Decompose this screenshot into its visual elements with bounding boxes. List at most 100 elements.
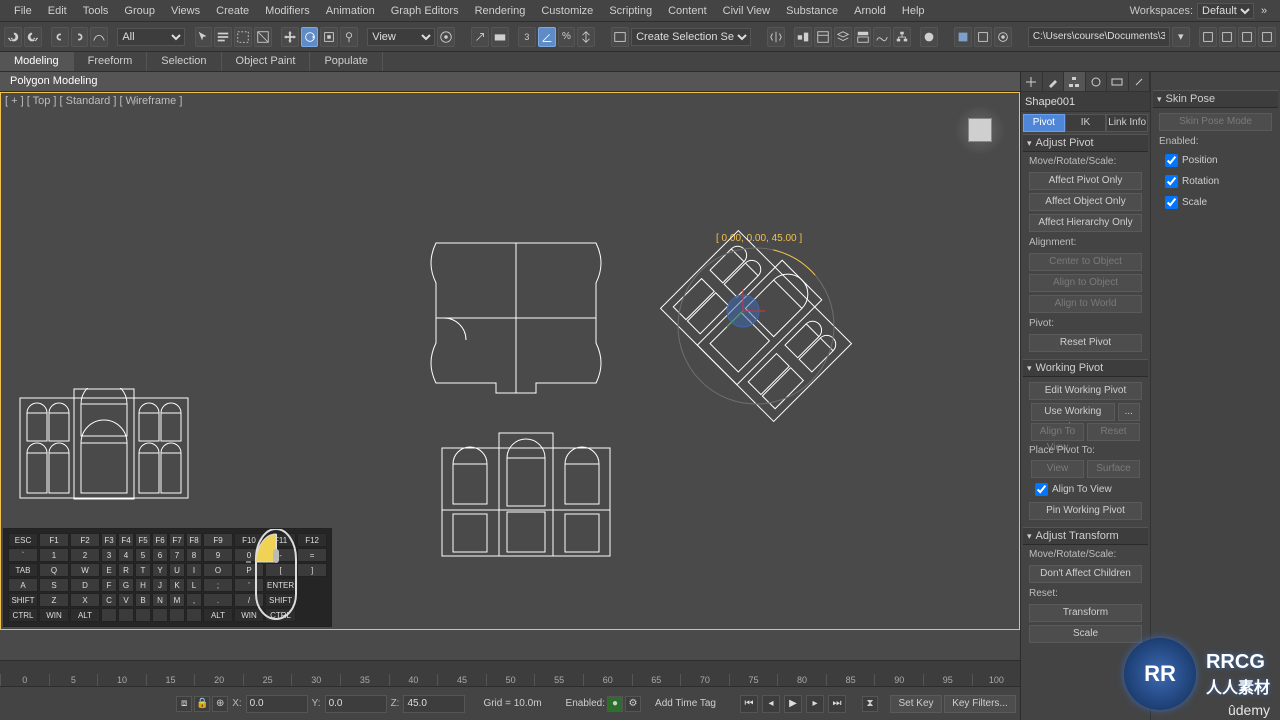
extra-tool-2-button[interactable] [1219, 27, 1237, 47]
viewcube-face-icon[interactable] [968, 118, 992, 142]
snap-toggle-3-button[interactable]: 3 [518, 27, 536, 47]
mirror-button[interactable] [767, 27, 785, 47]
cmd-tab-display[interactable] [1107, 72, 1129, 91]
ribbon-tab-populate[interactable]: Populate [310, 52, 382, 71]
y-coord-input[interactable] [325, 695, 387, 713]
isolate-selection-icon[interactable]: ⧈ [176, 696, 192, 712]
pill-linkinfo[interactable]: Link Info [1106, 114, 1148, 132]
project-path-input[interactable] [1028, 27, 1170, 47]
ref-coord-select[interactable]: View [367, 28, 435, 46]
menu-civilview[interactable]: Civil View [715, 2, 778, 20]
affect-pivot-only-button[interactable]: Affect Pivot Only [1029, 172, 1141, 190]
align-to-object-button[interactable]: Align to Object [1029, 274, 1141, 292]
time-config-icon[interactable]: ⧗ [862, 696, 878, 712]
center-to-object-button[interactable]: Center to Object [1029, 253, 1141, 271]
cmd-tab-create[interactable] [1021, 72, 1043, 91]
cmd-tab-motion[interactable] [1086, 72, 1108, 91]
link-button[interactable] [51, 27, 69, 47]
rect-select-region-button[interactable] [234, 27, 252, 47]
ribbon-tab-modeling[interactable]: Modeling [0, 52, 74, 71]
align-to-view-checkbox[interactable]: Align To View [1031, 480, 1140, 499]
rollout-skin-pose-header[interactable]: Skin Pose [1153, 90, 1278, 108]
select-by-name-button[interactable] [214, 27, 232, 47]
menu-scripting[interactable]: Scripting [601, 2, 660, 20]
menu-edit[interactable]: Edit [40, 2, 75, 20]
named-selection-select[interactable]: Create Selection Se [631, 28, 751, 46]
spinner-snap-button[interactable] [577, 27, 595, 47]
viewport-label[interactable]: [ + ] [ Top ] [ Standard ] [ Wireframe ] [5, 95, 182, 107]
menu-arnold[interactable]: Arnold [846, 2, 894, 20]
wp-align-to-view-button[interactable]: Align To View [1031, 423, 1084, 441]
menu-create[interactable]: Create [208, 2, 257, 20]
menu-modifiers[interactable]: Modifiers [257, 2, 318, 20]
affect-hierarchy-only-button[interactable]: Affect Hierarchy Only [1029, 214, 1141, 232]
viewcube[interactable] [955, 105, 1005, 155]
affect-object-only-button[interactable]: Affect Object Only [1029, 193, 1141, 211]
ribbon-tab-selection[interactable]: Selection [147, 52, 221, 71]
key-filters-button[interactable]: Key Filters... [944, 695, 1016, 713]
ribbon-tab-objectpaint[interactable]: Object Paint [222, 52, 311, 71]
selection-lock-icon[interactable]: 🔒 [194, 696, 210, 712]
edit-named-sel-button[interactable] [611, 27, 629, 47]
curve-editor-button[interactable] [873, 27, 891, 47]
play-button[interactable]: ▶ [784, 695, 802, 713]
toggle-scene-explorer-button[interactable] [814, 27, 832, 47]
unlink-button[interactable] [71, 27, 89, 47]
extra-tool-1-button[interactable] [1199, 27, 1217, 47]
align-to-world-button[interactable]: Align to World [1029, 295, 1141, 313]
menu-views[interactable]: Views [163, 2, 208, 20]
rollout-adjust-transform-header[interactable]: Adjust Transform [1023, 527, 1148, 545]
menu-help[interactable]: Help [894, 2, 933, 20]
workspaces-arrow-icon[interactable]: » [1254, 5, 1274, 17]
percent-snap-button[interactable]: % [558, 27, 576, 47]
rollout-working-pivot-header[interactable]: Working Pivot [1023, 359, 1148, 377]
schematic-view-button[interactable] [893, 27, 911, 47]
menu-content[interactable]: Content [660, 2, 715, 20]
material-editor-button[interactable] [920, 27, 938, 47]
pill-ik[interactable]: IK [1065, 114, 1107, 132]
cmd-tab-hierarchy[interactable] [1064, 72, 1086, 91]
object-name-input[interactable] [1021, 93, 1151, 111]
wp-reset-button[interactable]: Reset [1087, 423, 1140, 441]
workspaces-select[interactable]: Default [1197, 3, 1254, 19]
align-button[interactable] [794, 27, 812, 47]
prev-frame-button[interactable]: ◂ [762, 695, 780, 713]
menu-rendering[interactable]: Rendering [467, 2, 534, 20]
render-production-button[interactable] [994, 27, 1012, 47]
absolute-mode-icon[interactable]: ⊕ [212, 696, 228, 712]
goto-end-button[interactable]: ⏭ [828, 695, 846, 713]
window-crossing-button[interactable] [254, 27, 272, 47]
goto-start-button[interactable]: ⏮ [740, 695, 758, 713]
menu-grapheditors[interactable]: Graph Editors [383, 2, 467, 20]
select-scale-button[interactable] [320, 27, 338, 47]
add-time-tag-button[interactable]: Add Time Tag [655, 698, 716, 709]
angle-snap-button[interactable] [538, 27, 556, 47]
menu-animation[interactable]: Animation [318, 2, 383, 20]
cmd-tab-modify[interactable] [1043, 72, 1065, 91]
cmd-tab-utilities[interactable] [1129, 72, 1151, 91]
use-working-pivot-button[interactable]: Use Working Pivot [1031, 403, 1115, 421]
menu-file[interactable]: File [6, 2, 40, 20]
skin-pose-position-checkbox[interactable]: Position [1161, 151, 1270, 170]
skin-pose-rotation-checkbox[interactable]: Rotation [1161, 172, 1270, 191]
select-rotate-button[interactable] [301, 27, 319, 47]
place-pivot-view-button[interactable]: View [1031, 460, 1084, 478]
pill-pivot[interactable]: Pivot [1023, 114, 1065, 132]
redo-button[interactable] [24, 27, 42, 47]
menu-substance[interactable]: Substance [778, 2, 846, 20]
enabled-dot-icon[interactable]: ● [607, 696, 623, 712]
reset-transform-button[interactable]: Transform [1029, 604, 1141, 622]
selection-filter-select[interactable]: All [117, 28, 185, 46]
x-coord-input[interactable] [246, 695, 308, 713]
rollout-adjust-pivot-header[interactable]: Adjust Pivot [1023, 134, 1148, 152]
z-coord-input[interactable] [403, 695, 465, 713]
skin-pose-scale-checkbox[interactable]: Scale [1161, 193, 1270, 212]
select-manipulate-button[interactable] [471, 27, 489, 47]
set-key-button[interactable]: Set Key [890, 695, 942, 713]
render-setup-button[interactable] [954, 27, 972, 47]
place-pivot-surface-button[interactable]: Surface [1087, 460, 1140, 478]
select-place-button[interactable] [340, 27, 358, 47]
bind-spacewarp-button[interactable] [90, 27, 108, 47]
edit-working-pivot-button[interactable]: Edit Working Pivot [1029, 382, 1141, 400]
extra-tool-4-button[interactable] [1258, 27, 1276, 47]
